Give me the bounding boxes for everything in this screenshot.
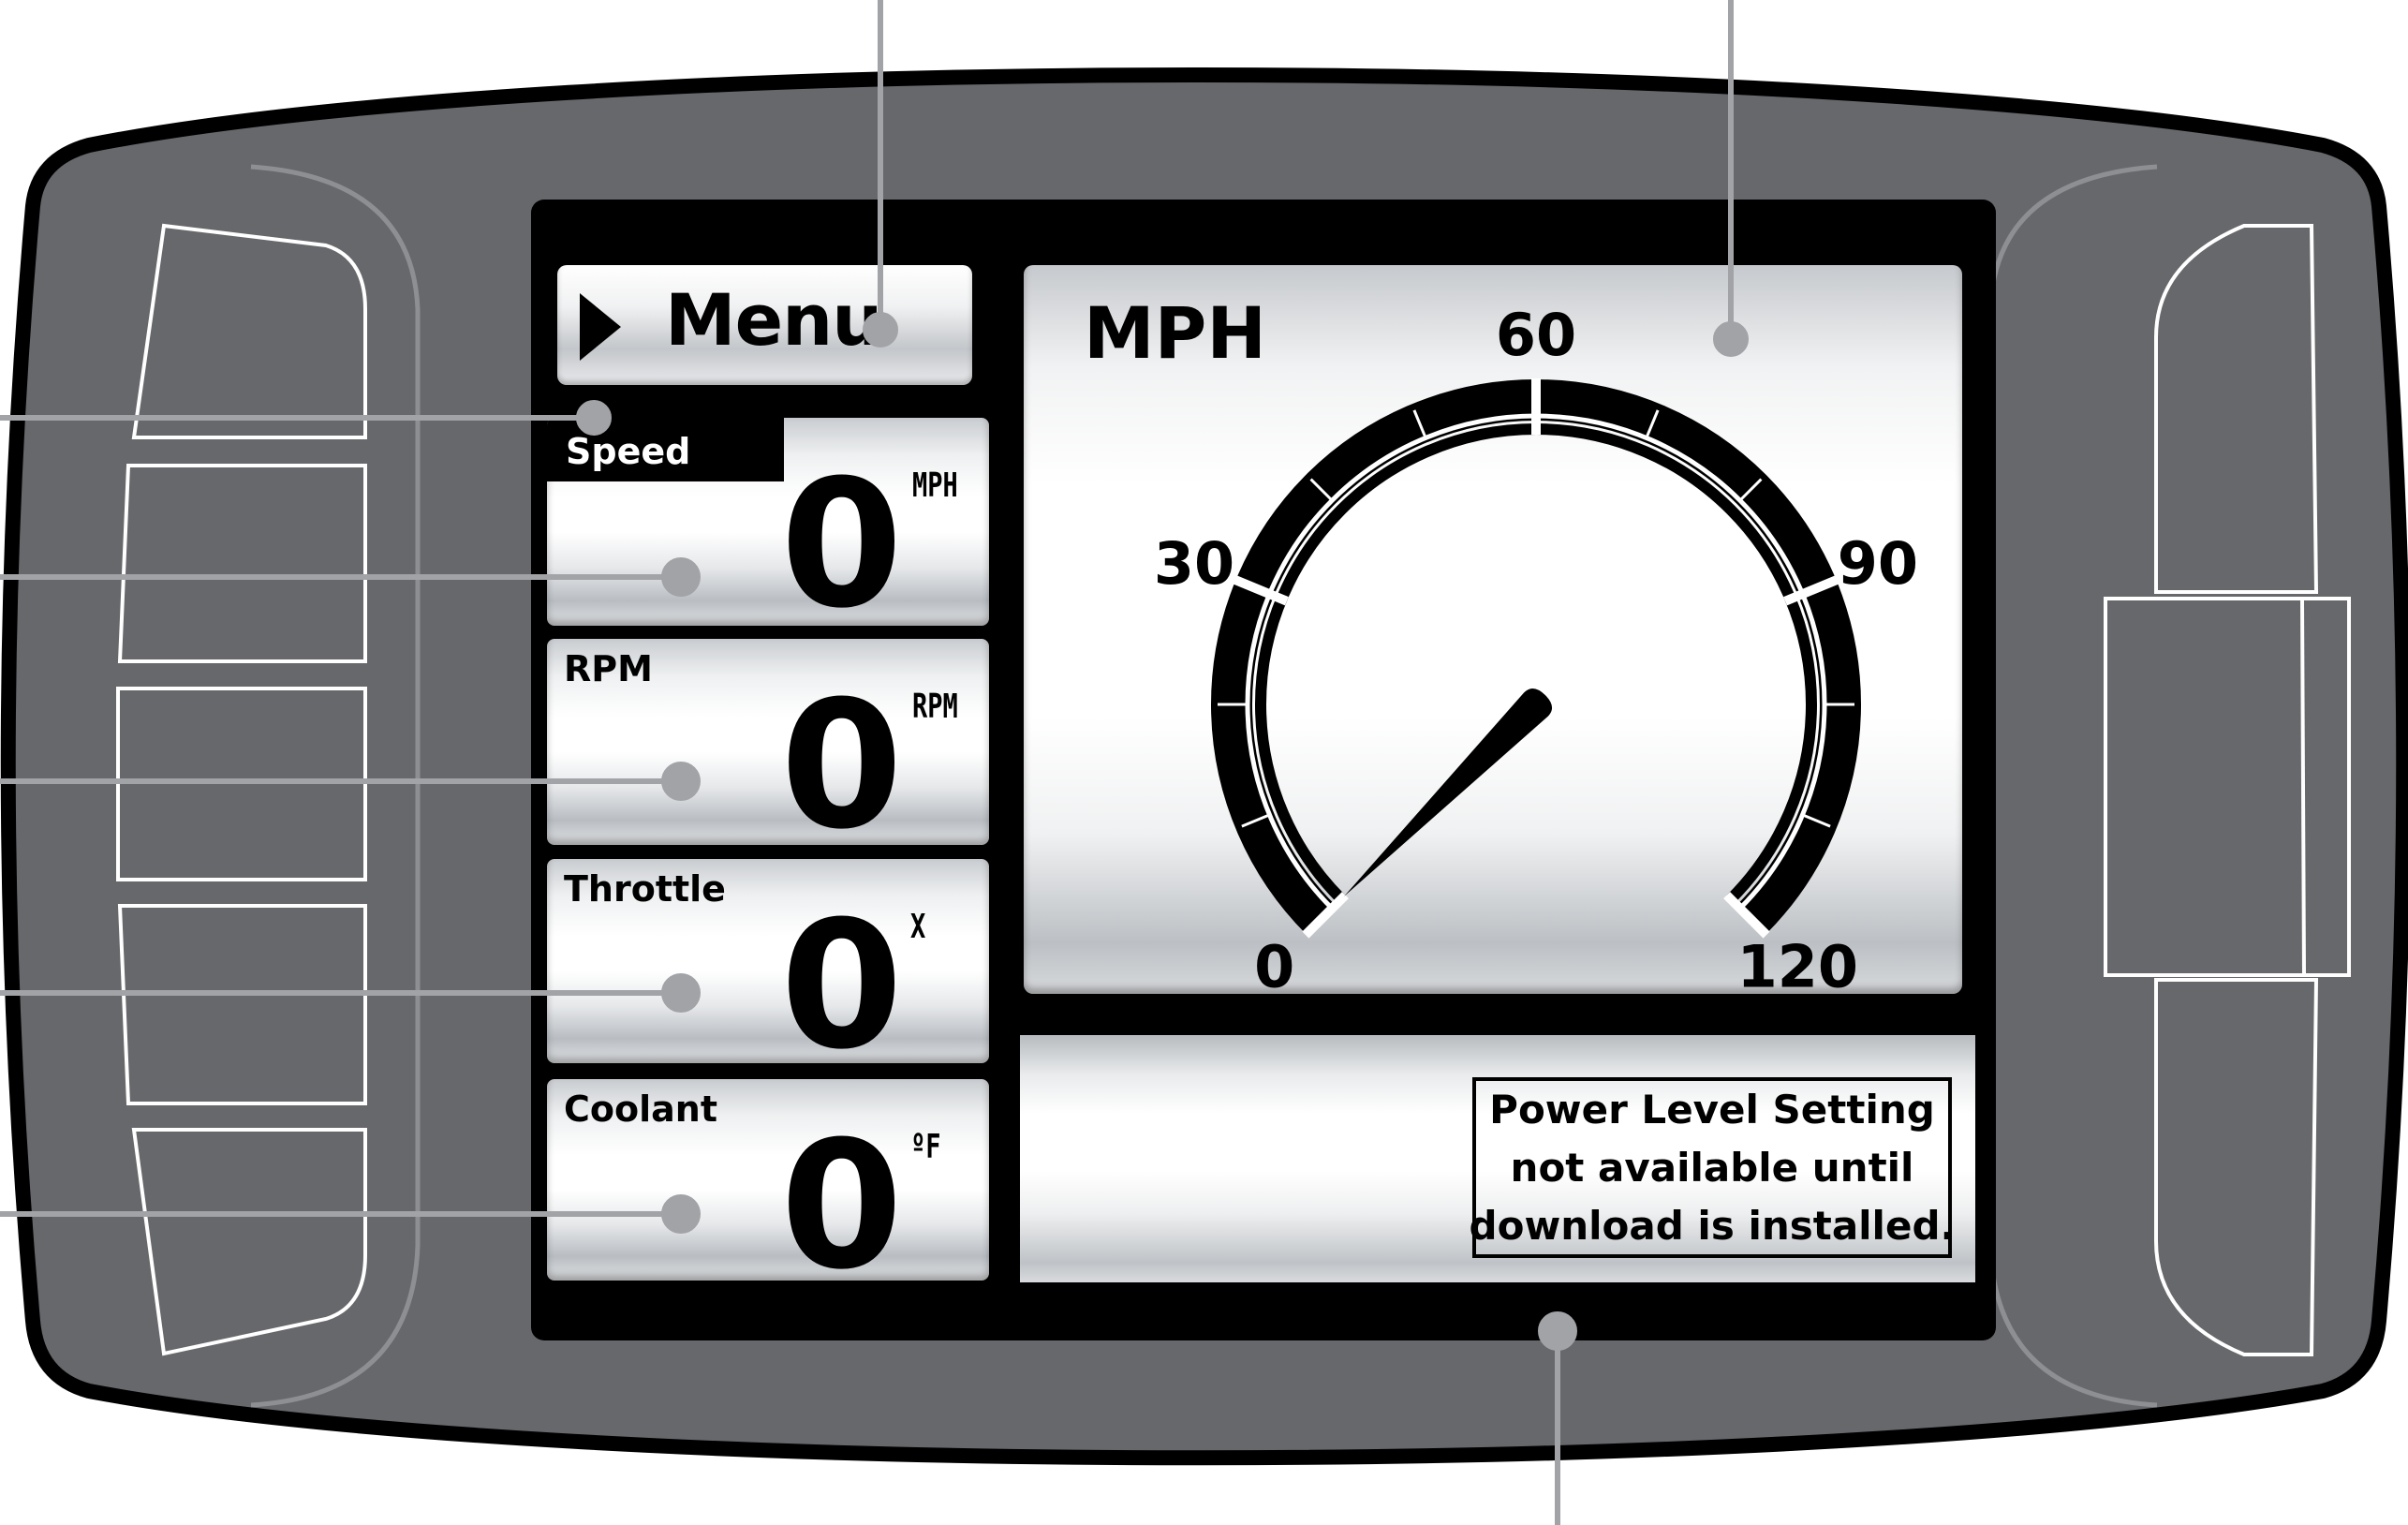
rpm-gauge-unit: RPM	[912, 688, 958, 726]
notice-line-3: download is installed.	[1469, 1202, 1956, 1249]
speed-label-tab: Speed	[547, 418, 784, 481]
rpm-gauge[interactable]: RPM 0 RPM	[547, 639, 989, 854]
rpm-gauge-label: RPM	[564, 648, 653, 689]
menu-button[interactable]: Menu	[557, 265, 972, 385]
speed-gauge-unit: MPH	[912, 466, 958, 505]
coolant-gauge[interactable]: Coolant 0 ºF	[547, 1079, 989, 1295]
rpm-gauge-value: 0	[780, 663, 903, 868]
speed-gauge-value: 0	[780, 442, 903, 647]
play-arrow-icon	[580, 293, 621, 361]
speed-gauge-label: Speed	[566, 431, 691, 472]
throttle-gauge-label: Throttle	[564, 868, 726, 910]
throttle-gauge-value: 0	[780, 883, 903, 1088]
coolant-gauge-value: 0	[780, 1103, 903, 1309]
throttle-gauge[interactable]: Throttle 0 X	[547, 859, 989, 1074]
main-gauge-unit-label: MPH	[1084, 291, 1266, 375]
main-speedometer-panel[interactable]: MPH	[1024, 265, 1962, 994]
notice-line-2: not available until	[1510, 1144, 1914, 1191]
device-illustration: Menu Speed 0 MPH RPM 0 RPM Throttle 0 X …	[0, 0, 2408, 1525]
speed-gauge[interactable]: Speed 0 MPH	[547, 418, 989, 633]
power-level-notice: Power Level Setting not available until …	[1470, 1077, 1955, 1258]
right-button-select-inner-edge	[2300, 598, 2306, 976]
coolant-gauge-label: Coolant	[564, 1088, 717, 1130]
notice-line-1: Power Level Setting	[1489, 1086, 1935, 1133]
right-button-select[interactable]	[2104, 597, 2351, 977]
throttle-gauge-unit: X	[910, 908, 926, 946]
menu-label: Menu	[665, 278, 882, 362]
coolant-gauge-unit: ºF	[910, 1128, 941, 1166]
